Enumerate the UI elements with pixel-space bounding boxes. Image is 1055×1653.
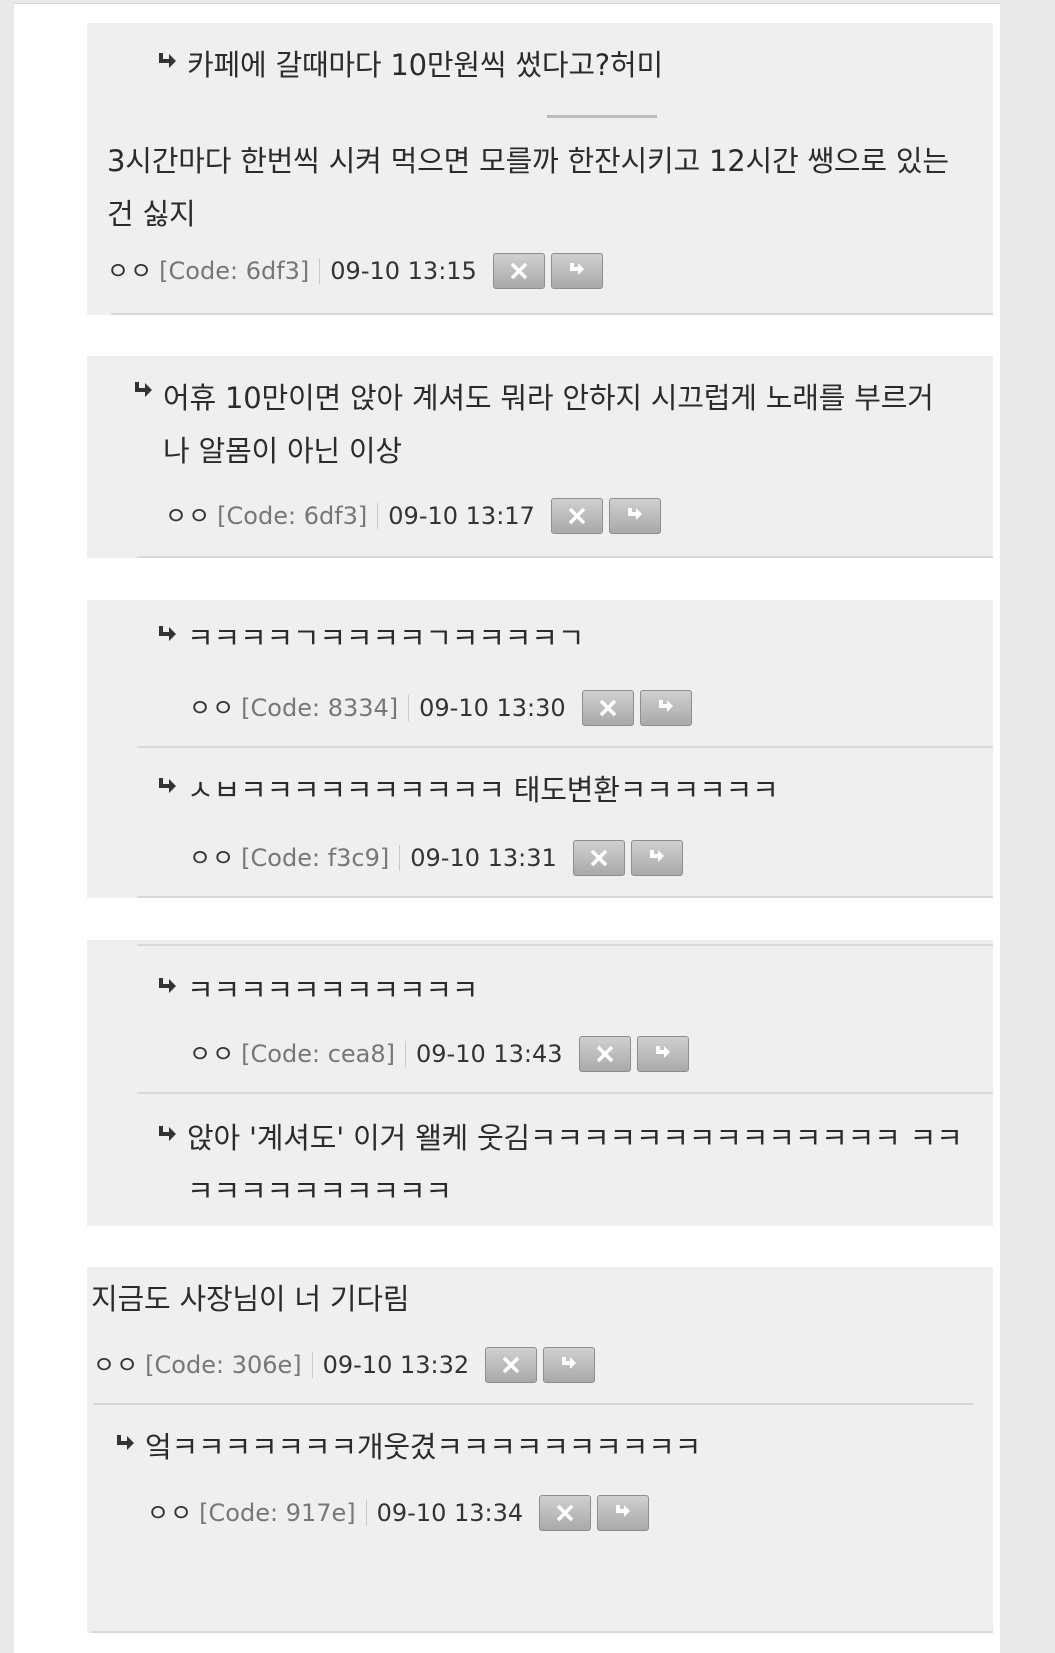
comment-author: ㅇㅇ	[147, 1499, 194, 1527]
comment-code: [Code: cea8]	[241, 1040, 395, 1068]
comment-code: [Code: 6df3]	[217, 502, 368, 530]
reply-button[interactable]	[636, 1036, 689, 1072]
comment-block: 지금도 사장님이 너 기다림 ㅇㅇ [Code: 306e] 09-10 13:…	[87, 1267, 993, 1633]
reply-button[interactable]	[608, 498, 661, 534]
comment-meta: ㅇㅇ [Code: f3c9] 09-10 13:31	[189, 840, 689, 876]
comment-time: 09-10 13:31	[410, 844, 557, 872]
comment-author: ㅇㅇ	[107, 257, 154, 285]
comment-meta: ㅇㅇ [Code: 6df3] 09-10 13:15	[107, 253, 609, 289]
comment-text: 엌ㅋㅋㅋㅋㅋㅋㅋ개웃겼ㅋㅋㅋㅋㅋㅋㅋㅋㅋㅋ	[145, 1430, 702, 1464]
comment-text: ㅋㅋㅋㅋㅋㅋㅋㅋㅋㅋㅋ	[187, 973, 479, 1007]
comment-text: ㅅㅂㅋㅋㅋㅋㅋㅋㅋㅋㅋㅋ 태도변환ㅋㅋㅋㅋㅋㅋ	[187, 773, 779, 807]
reply-arrow-icon	[159, 1126, 176, 1141]
comment-author: ㅇㅇ	[189, 1040, 236, 1068]
reply-button[interactable]	[630, 840, 683, 876]
comment-time: 09-10 13:32	[322, 1351, 470, 1379]
reply-button[interactable]	[639, 690, 692, 726]
comment-author: ㅇㅇ	[189, 694, 236, 722]
reply-button[interactable]	[543, 1347, 596, 1383]
delete-button[interactable]	[572, 840, 625, 876]
close-icon	[510, 262, 528, 280]
close-icon	[599, 699, 616, 717]
reply-icon	[627, 508, 642, 520]
reply-arrow-icon	[159, 626, 176, 641]
comment-block: 카페에 갈때마다 10만원씩 썼다고?허미 3시간마다 한번씩 시켜 먹으면 모…	[87, 23, 993, 315]
comment-meta: ㅇㅇ [Code: 917e] 09-10 13:34	[147, 1495, 655, 1531]
delete-button[interactable]	[539, 1495, 592, 1531]
comment-meta: ㅇㅇ [Code: cea8] 09-10 13:43	[189, 1036, 695, 1072]
comment-block: ㅋㅋㅋㅋㄱㅋㅋㅋㅋㄱㅋㅋㅋㅋㄱ ㅇㅇ [Code: 8334] 09-10 13…	[87, 600, 993, 898]
comment-text: 3시간마다 한번씩 시켜 먹으면 모를까 한잔시키고 12시간 쌩으로 있는건 …	[107, 144, 949, 231]
close-icon	[556, 1504, 574, 1522]
comment-text: 카페에 갈때마다 10만원씩 썼다고?허미	[187, 48, 663, 82]
comment-time: 09-10 13:17	[388, 502, 535, 530]
reply-arrow-icon	[135, 382, 152, 397]
close-icon	[596, 1045, 613, 1063]
comment-text: 어휴 10만이면 앉아 계셔도 뭐라 안하지 시끄럽게 노래를 부르거나 알몸이…	[163, 381, 934, 468]
comment-time: 09-10 13:15	[330, 257, 477, 285]
comment-code: [Code: 8334]	[241, 694, 399, 722]
comment-time: 09-10 13:43	[416, 1040, 563, 1068]
reply-arrow-icon	[159, 778, 176, 793]
comment-text: 지금도 사장님이 너 기다림	[91, 1282, 410, 1316]
delete-button[interactable]	[550, 498, 603, 534]
delete-button[interactable]	[485, 1347, 538, 1383]
comment-code: [Code: 306e]	[145, 1351, 302, 1379]
comment-code: [Code: f3c9]	[241, 844, 390, 872]
reply-icon	[616, 1505, 631, 1517]
reply-arrow-icon	[159, 978, 176, 993]
comment-author: ㅇㅇ	[165, 502, 212, 530]
comment-code: [Code: 917e]	[199, 1499, 356, 1527]
comment-block: ㅋㅋㅋㅋㅋㅋㅋㅋㅋㅋㅋ ㅇㅇ [Code: cea8] 09-10 13:43 …	[87, 940, 993, 1226]
comment-author: ㅇㅇ	[93, 1351, 140, 1379]
delete-button[interactable]	[492, 253, 545, 289]
comment-meta: ㅇㅇ [Code: 6df3] 09-10 13:17	[165, 498, 667, 534]
reply-arrow-icon	[117, 1435, 134, 1450]
reply-icon	[649, 850, 664, 862]
comment-text: 앉아 '계셔도' 이거 왤케 웃김ㅋㅋㅋㅋㅋㅋㅋㅋㅋㅋㅋㅋㅋㅋ ㅋㅋㅋㅋㅋㅋㅋㅋ…	[187, 1121, 963, 1208]
close-icon	[590, 849, 608, 867]
close-icon	[568, 507, 586, 525]
close-icon	[502, 1356, 520, 1374]
reply-arrow-icon	[159, 53, 176, 68]
delete-button[interactable]	[581, 690, 634, 726]
comment-meta: ㅇㅇ [Code: 8334] 09-10 13:30	[189, 690, 698, 726]
delete-button[interactable]	[578, 1036, 631, 1072]
reply-button[interactable]	[550, 253, 603, 289]
comment-time: 09-10 13:34	[376, 1499, 524, 1527]
reply-icon	[569, 263, 584, 275]
comment-time: 09-10 13:30	[419, 694, 566, 722]
comment-block: 어휴 10만이면 앉아 계셔도 뭐라 안하지 시끄럽게 노래를 부르거나 알몸이…	[87, 356, 993, 558]
comment-page: 카페에 갈때마다 10만원씩 썼다고?허미 3시간마다 한번씩 시켜 먹으면 모…	[14, 3, 1000, 1653]
comment-code: [Code: 6df3]	[159, 257, 310, 285]
reply-icon	[658, 700, 673, 712]
comment-author: ㅇㅇ	[189, 844, 236, 872]
comment-text: ㅋㅋㅋㅋㄱㅋㅋㅋㅋㄱㅋㅋㅋㅋㄱ	[187, 621, 585, 655]
reply-button[interactable]	[597, 1495, 650, 1531]
reply-icon	[655, 1046, 670, 1058]
reply-icon	[562, 1357, 577, 1369]
comment-meta: ㅇㅇ [Code: 306e] 09-10 13:32	[93, 1347, 601, 1383]
